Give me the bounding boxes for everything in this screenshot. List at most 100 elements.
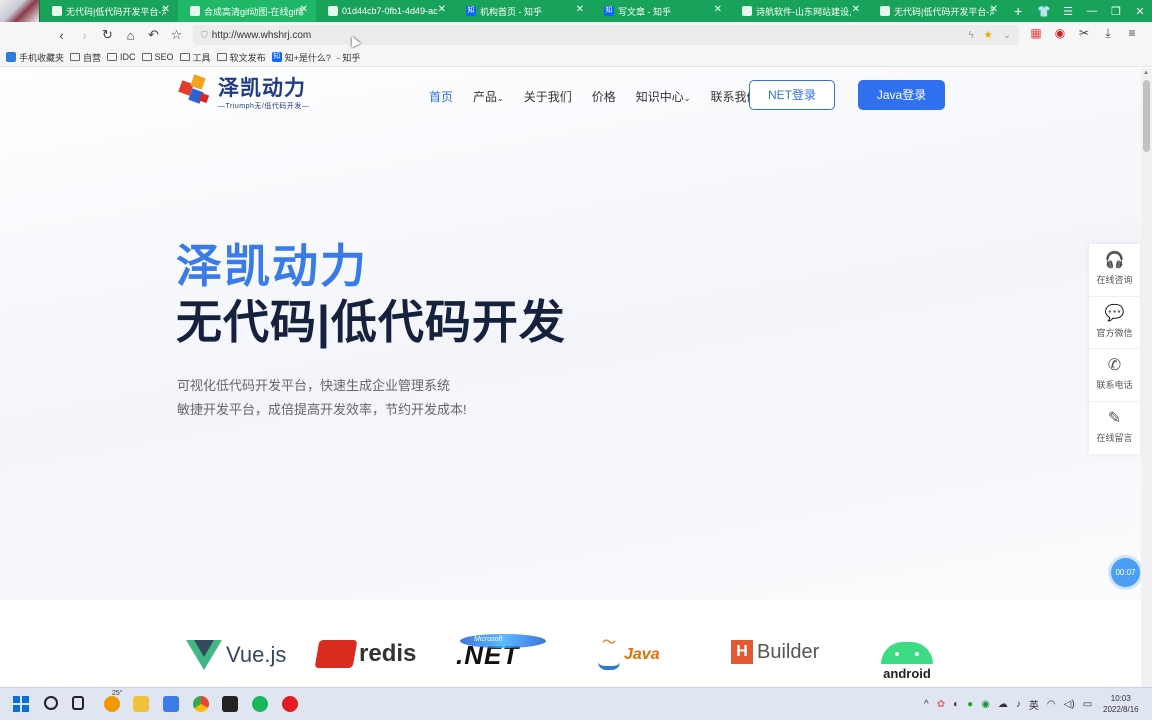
browser-tab[interactable]: 无代码|低代码开发平台-泽 ✕ xyxy=(868,0,1006,22)
start-icon[interactable] xyxy=(13,696,29,712)
browser-360-icon[interactable] xyxy=(252,696,268,712)
weather-icon[interactable] xyxy=(104,696,120,712)
apps-icon[interactable]: ▦ xyxy=(1028,26,1044,42)
java-login-button[interactable]: Java登录 xyxy=(858,80,945,110)
tray-app-icon[interactable]: ✿ xyxy=(937,699,945,710)
chevron-down-icon: ⌄ xyxy=(683,94,691,103)
input-language[interactable]: 英 xyxy=(1029,697,1039,712)
profile-avatar[interactable] xyxy=(0,0,40,22)
address-bar[interactable]: ⛉ http://www.whshrj.com ϟ ★ ⌄ xyxy=(193,25,1019,45)
favorite-star-icon[interactable]: ★ xyxy=(984,30,993,41)
nav-about[interactable]: 关于我们 xyxy=(524,88,572,105)
page-scrollbar[interactable]: ▲ xyxy=(1141,68,1152,687)
url-text: http://www.whshrj.com xyxy=(211,29,312,41)
tab-label: 无代码|低代码开发平台-泽 xyxy=(66,6,166,17)
logo-subtitle: —Triumph无/低代码开发— xyxy=(218,103,310,110)
message-button[interactable]: ✎ 在线留言 xyxy=(1089,402,1140,455)
forward-icon[interactable]: › xyxy=(73,28,96,43)
task-view-icon[interactable] xyxy=(72,696,84,710)
wifi-icon[interactable]: ◠ xyxy=(1047,699,1056,710)
qq-icon[interactable]: ◐ xyxy=(953,699,959,710)
scissors-icon[interactable]: ✂ xyxy=(1076,26,1092,42)
tray-app-icon[interactable]: ◉ xyxy=(981,699,990,710)
android-logo: android xyxy=(881,642,933,681)
bookmark-item[interactable]: 知知+是什么? xyxy=(271,51,331,64)
online-consult-button[interactable]: 🎧 在线咨询 xyxy=(1089,244,1140,297)
browser-tab[interactable]: 诗航软件-山东网站建设, ✕ xyxy=(730,0,868,22)
undo-icon[interactable]: ↶ xyxy=(142,27,165,43)
close-window-icon[interactable]: ✕ xyxy=(1128,5,1152,18)
chevron-down-icon[interactable]: ⌄ xyxy=(1003,30,1011,41)
back-icon[interactable]: ‹ xyxy=(50,28,73,43)
chevron-up-icon[interactable]: ^ xyxy=(924,699,929,710)
battery-icon[interactable]: ▭ xyxy=(1083,699,1092,710)
nav-home[interactable]: 首页 xyxy=(429,88,453,105)
wechat-icon: 💬 xyxy=(1104,304,1125,322)
scrollbar-thumb[interactable] xyxy=(1143,80,1150,152)
browser-tab[interactable]: 01d44cb7-0fb1-4d49-ac ✕ xyxy=(316,0,454,22)
wechat-icon[interactable]: ● xyxy=(967,699,973,710)
close-icon[interactable]: ✕ xyxy=(714,4,722,15)
bookmark-label: IDC xyxy=(120,52,136,62)
bookmark-label: 手机收藏夹 xyxy=(19,52,65,63)
close-icon[interactable]: ✕ xyxy=(576,4,584,15)
system-clock[interactable]: 10:03 2022/8/16 xyxy=(1103,693,1139,715)
tab-label: 机构首页 - 知乎 xyxy=(480,6,542,17)
bookmark-label: 自营 xyxy=(83,52,102,63)
leaf-icon xyxy=(742,6,752,16)
nav-products[interactable]: 产品⌄ xyxy=(473,88,504,105)
menu-icon[interactable]: ≡ xyxy=(1124,26,1140,42)
restore-icon[interactable]: ❐ xyxy=(1104,5,1128,18)
cloud-icon[interactable]: ☁ xyxy=(998,699,1008,710)
phone-button[interactable]: ✆ 联系电话 xyxy=(1089,349,1140,402)
bookmark-item[interactable]: 手机收藏夹 xyxy=(6,51,64,64)
reload-icon[interactable]: ↻ xyxy=(96,27,119,43)
bookmark-item[interactable]: 软文发布 xyxy=(216,51,266,64)
close-icon[interactable]: ✕ xyxy=(300,4,308,15)
download-icon[interactable]: ⤓ xyxy=(1100,26,1116,42)
new-tab-icon[interactable]: + xyxy=(1014,3,1030,19)
microphone-icon[interactable]: ♪ xyxy=(1016,699,1021,710)
dotnet-logo: Microsoft .NET xyxy=(456,634,546,671)
nav-pricing[interactable]: 价格 xyxy=(592,88,616,105)
browser-tab[interactable]: 知写文章 - 知乎 ✕ xyxy=(592,0,730,22)
close-icon[interactable]: ✕ xyxy=(990,4,998,15)
side-label: 在线咨询 xyxy=(1096,275,1133,286)
tab-label: 写文章 - 知乎 xyxy=(618,6,671,17)
bookmark-item[interactable]: SEO xyxy=(141,52,174,62)
net-login-button[interactable]: NET登录 xyxy=(749,80,835,110)
minimize-icon[interactable]: — xyxy=(1080,5,1104,18)
scroll-up-icon[interactable]: ▲ xyxy=(1143,70,1149,76)
tab-label: 诗航软件-山东网站建设, xyxy=(756,6,852,17)
wechat-button[interactable]: 💬 官方微信 xyxy=(1089,297,1140,349)
chrome-icon[interactable] xyxy=(193,696,209,712)
extension-icon[interactable]: ◉ xyxy=(1052,26,1068,42)
app-icon[interactable] xyxy=(163,696,179,712)
terminal-icon[interactable] xyxy=(222,696,238,712)
partner-label: Vue.js xyxy=(226,642,287,667)
browser-tab[interactable]: 知机构首页 - 知乎 ✕ xyxy=(454,0,592,22)
close-icon[interactable]: ✕ xyxy=(438,4,446,15)
close-icon[interactable]: ✕ xyxy=(852,4,860,15)
lightning-icon[interactable]: ϟ xyxy=(968,30,973,41)
volume-icon[interactable]: ◁) xyxy=(1064,699,1075,710)
home-icon[interactable]: ⌂ xyxy=(119,28,142,43)
nav-knowledge[interactable]: 知识中心⌄ xyxy=(636,88,691,105)
bookmark-star-icon[interactable]: ☆ xyxy=(165,27,188,43)
shirt-icon[interactable]: 👕 xyxy=(1032,5,1056,18)
hero-subtitle: 无代码|低代码开发 xyxy=(176,296,566,348)
menu-icon[interactable]: ☰ xyxy=(1056,5,1080,18)
bookmark-item[interactable]: IDC xyxy=(107,52,136,62)
browser-tab-active[interactable]: 合成高清gif动图-在线gif制 ✕ xyxy=(178,0,316,22)
bookmark-item[interactable]: - 知乎 xyxy=(337,51,361,64)
browser-tab[interactable]: 无代码|低代码开发平台-泽 ✕ xyxy=(40,0,178,22)
site-logo[interactable]: 泽凯动力 —Triumph无/低代码开发— xyxy=(178,74,310,112)
recording-timer[interactable]: 00:07 xyxy=(1111,558,1140,587)
file-explorer-icon[interactable] xyxy=(133,696,149,712)
close-icon[interactable]: ✕ xyxy=(162,4,170,15)
search-icon[interactable] xyxy=(44,696,58,710)
main-nav: 首页 产品⌄ 关于我们 价格 知识中心⌄ 联系我们 xyxy=(429,88,779,105)
recorder-icon[interactable] xyxy=(282,696,298,712)
bookmark-item[interactable]: 自营 xyxy=(70,51,101,64)
bookmark-item[interactable]: 工具 xyxy=(179,51,211,64)
